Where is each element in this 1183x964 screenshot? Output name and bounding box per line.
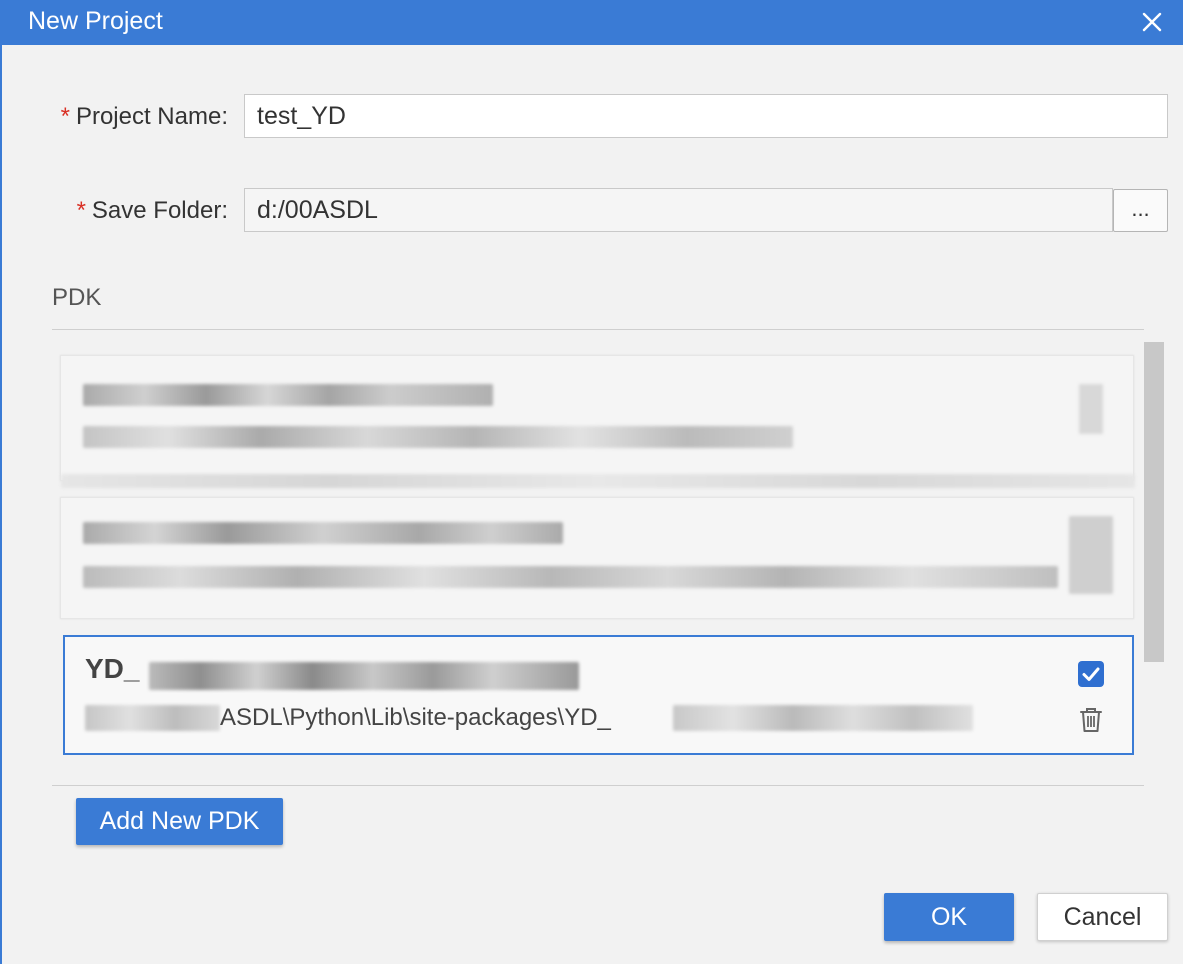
- redacted-text: [85, 705, 220, 731]
- trash-icon[interactable]: [1078, 706, 1104, 734]
- dialog-titlebar: New Project: [2, 0, 1183, 45]
- project-name-input[interactable]: [244, 94, 1168, 138]
- pdk-list-item-redacted[interactable]: [60, 497, 1134, 619]
- dialog-title: New Project: [28, 7, 163, 35]
- new-project-dialog: New Project *Project Name: *Save Folder:…: [0, 0, 1183, 964]
- redacted-text: [149, 662, 579, 690]
- redacted-text: [83, 426, 793, 448]
- redacted-text: [83, 522, 563, 544]
- save-folder-label-text: Save Folder:: [91, 197, 228, 224]
- required-marker: *: [76, 197, 86, 224]
- project-name-label: * Project Name:: [46, 103, 228, 131]
- pdk-list-item-redacted[interactable]: [60, 355, 1135, 488]
- add-new-pdk-button[interactable]: Add New PDK: [76, 798, 283, 845]
- close-icon[interactable]: [1138, 8, 1166, 36]
- redacted-text: [673, 705, 973, 731]
- pdk-list: YD_ ASDL\Python\Lib\site-packages\YD_: [60, 355, 1136, 765]
- pdk-item-path: ASDL\Python\Lib\site-packages\YD_: [220, 704, 611, 731]
- save-folder-input[interactable]: [244, 188, 1113, 232]
- pdk-top-divider: [52, 329, 1144, 330]
- redacted-text: [61, 474, 1135, 488]
- required-marker: *: [60, 103, 70, 130]
- pdk-item-name: YD_: [85, 653, 140, 684]
- redacted-icons: [1079, 384, 1103, 434]
- redacted-text: [83, 384, 493, 406]
- project-name-label-text: Project Name:: [75, 103, 228, 130]
- redacted-text: [83, 566, 1058, 588]
- cancel-button[interactable]: Cancel: [1037, 893, 1168, 941]
- pdk-bottom-divider: [52, 785, 1144, 786]
- pdk-select-checkbox[interactable]: [1078, 661, 1104, 687]
- pdk-section-title: PDK: [52, 284, 102, 311]
- pdk-list-scrollbar[interactable]: [1144, 342, 1164, 662]
- browse-folder-button[interactable]: ...: [1113, 189, 1168, 232]
- pdk-list-item-selected[interactable]: YD_ ASDL\Python\Lib\site-packages\YD_: [63, 635, 1134, 755]
- redacted-icons: [1069, 516, 1113, 594]
- save-folder-label: * Save Folder:: [46, 197, 228, 225]
- ok-button[interactable]: OK: [884, 893, 1014, 941]
